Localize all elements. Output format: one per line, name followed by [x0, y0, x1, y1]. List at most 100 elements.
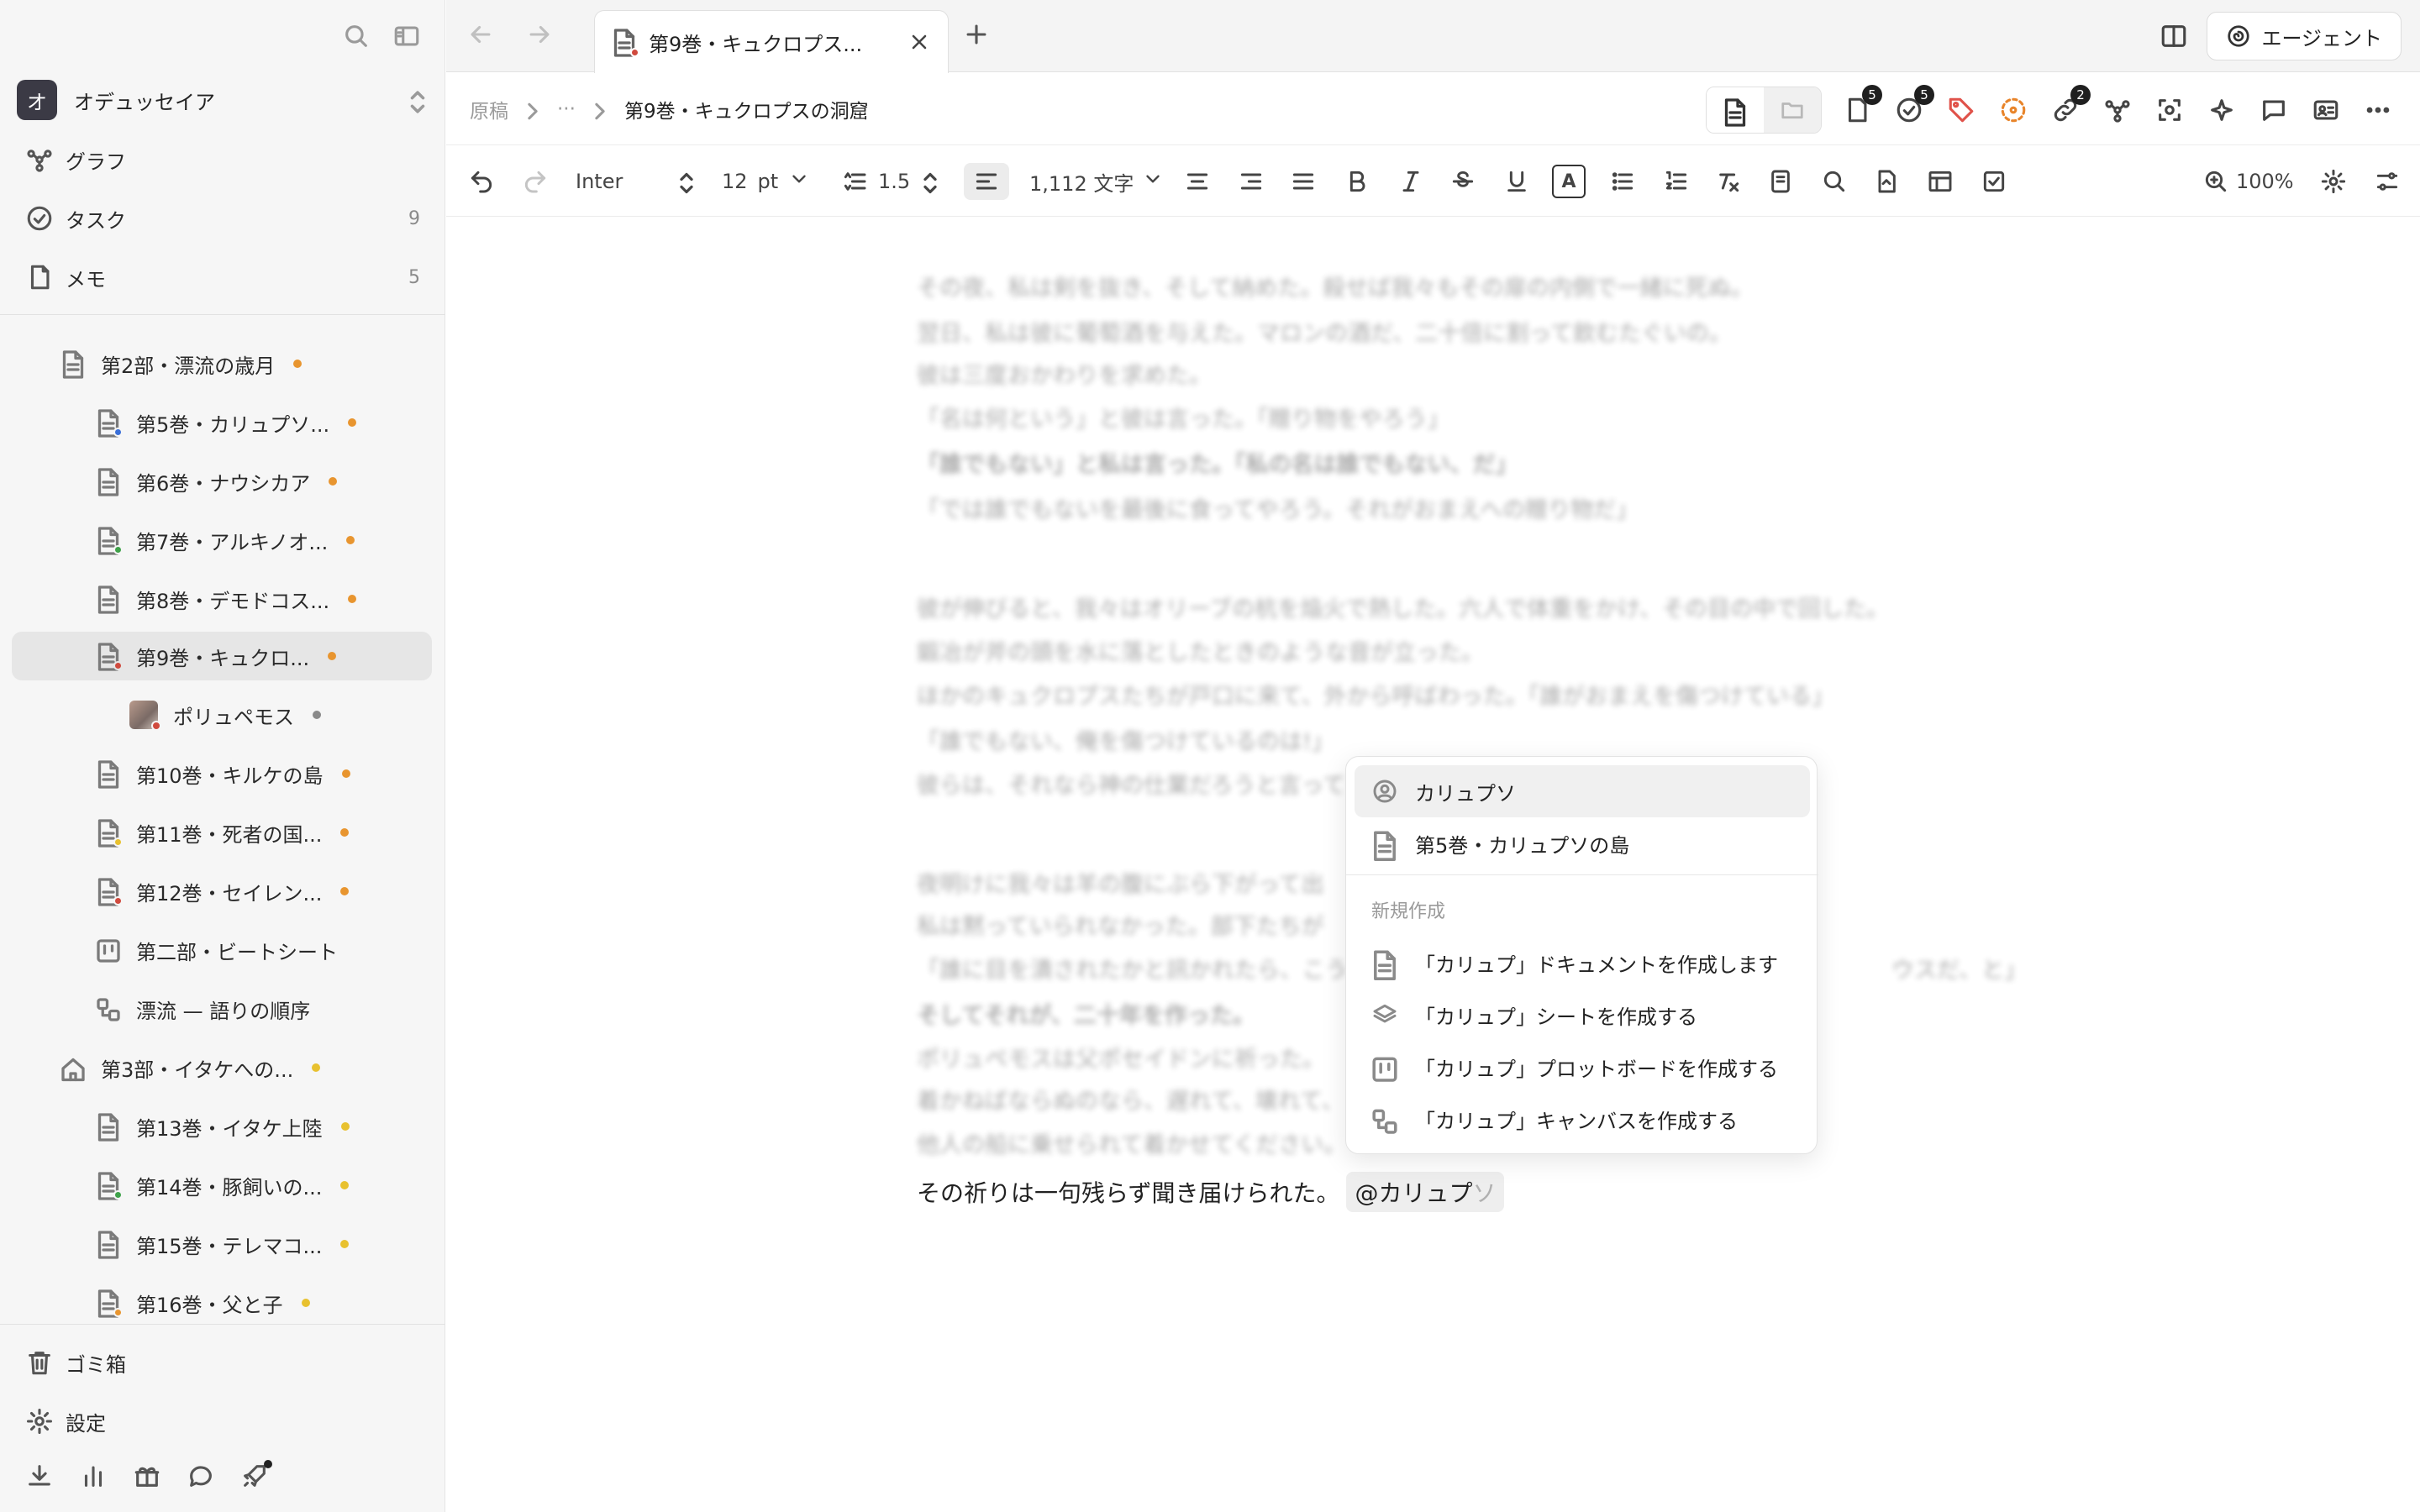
tree-item-book12[interactable]: 第12巻・セイレン... — [96, 867, 350, 916]
split-view-icon[interactable] — [2160, 22, 2188, 50]
italic-button[interactable] — [1397, 163, 1424, 200]
graph-button[interactable] — [2101, 93, 2134, 127]
text-line: ウスだ、と」 — [1891, 958, 2028, 984]
redo-button[interactable] — [522, 163, 549, 200]
rocket-icon[interactable] — [240, 1460, 272, 1490]
status-button[interactable] — [1996, 93, 2030, 127]
bullet-list-button[interactable] — [1609, 163, 1636, 200]
tree-item-book8[interactable]: 第8巻・デモドコス... — [96, 575, 357, 623]
chat-icon[interactable] — [187, 1462, 215, 1490]
focus-button[interactable] — [2153, 93, 2186, 127]
tree-item-book10[interactable]: 第10巻・キルケの島 — [96, 749, 350, 798]
create-document-option[interactable]: 「カリュプ」ドキュメントを作成します — [1355, 937, 1810, 989]
forward-arrow-icon[interactable] — [525, 20, 554, 49]
document-view-button[interactable] — [1707, 87, 1764, 133]
back-arrow-icon[interactable] — [466, 20, 495, 49]
text-line: その夜、私は剣を抜き、そして納めた。殺せば我々もその扉の内側で一緒に死ぬ。 — [917, 276, 1754, 302]
status-dot — [328, 652, 337, 660]
comments-button[interactable] — [2257, 93, 2291, 127]
status-dot — [340, 1240, 350, 1248]
search-icon[interactable] — [342, 22, 371, 50]
nav-notes[interactable]: メモ 5 — [25, 254, 420, 301]
popup-divider — [1346, 874, 1818, 875]
undo-button[interactable] — [468, 163, 495, 200]
links-button[interactable]: 2 — [2049, 85, 2091, 127]
bookmark-button[interactable] — [1767, 163, 1794, 200]
popup-section-title: 新規作成 — [1371, 901, 1446, 922]
more-button[interactable] — [2361, 93, 2395, 127]
underline-button[interactable] — [1503, 163, 1530, 200]
find-button[interactable] — [1821, 163, 1848, 200]
mention-input[interactable]: @カリュプソ — [1346, 1172, 1505, 1212]
zoom-control[interactable]: 100% — [2202, 163, 2294, 200]
active-text-line[interactable]: その祈りは一句残らず聞き届けられた。 @カリュプソ — [917, 1172, 1505, 1212]
align-right-button[interactable] — [1238, 163, 1265, 200]
numbered-list-button[interactable] — [1663, 163, 1690, 200]
tree-item-book11[interactable]: 第11巻・死者の国... — [96, 808, 350, 857]
new-tab-icon[interactable] — [962, 20, 991, 49]
chevron-right-icon — [591, 97, 609, 121]
editor-settings-button[interactable] — [2320, 163, 2347, 200]
tree-item-book13[interactable]: 第13巻・イタケ上陸 — [96, 1102, 350, 1151]
breadcrumb-ellipsis[interactable]: ··· — [557, 98, 576, 120]
nav-label: ゴミ箱 — [66, 1352, 126, 1377]
font-family-value: Inter — [576, 170, 623, 193]
font-size-select[interactable]: 12 pt — [722, 163, 810, 200]
workspace-switcher[interactable]: オ オデュッセイア — [17, 79, 429, 121]
suggestion-document[interactable]: 第5巻・カリュプソの島 — [1355, 817, 1810, 869]
sliders-button[interactable] — [2374, 163, 2401, 200]
tree-item-book6[interactable]: 第6巻・ナウシカア — [96, 457, 338, 506]
tasks-badge: 5 — [1914, 85, 1934, 105]
insert-checkbox-button[interactable] — [1981, 163, 2007, 200]
pages-button[interactable]: 5 — [1840, 85, 1882, 127]
tree-item-narrative-canvas[interactable]: 漂流 — 語りの順序 — [96, 984, 310, 1033]
agent-button[interactable]: エージェント — [2207, 12, 2402, 60]
word-count-select[interactable]: 1,112 文字 — [1029, 163, 1164, 200]
text-line: 鍛冶が斧の頭を水に落としたときのような音が立った。 — [917, 640, 1484, 666]
tag-button[interactable] — [1944, 93, 1978, 127]
download-icon[interactable] — [25, 1462, 54, 1490]
ai-button[interactable] — [2205, 93, 2238, 127]
tree-item-book5[interactable]: 第5巻・カリュプソ... — [96, 398, 357, 447]
insert-table-button[interactable] — [1927, 163, 1954, 200]
tree-item-polyphemus[interactable]: ポリュペモス — [129, 690, 321, 739]
sidebar-toggle-icon[interactable] — [392, 22, 421, 50]
tree-item-book15[interactable]: 第15巻・テレマコ... — [96, 1220, 350, 1268]
tree-item-part2[interactable]: 第2部・漂流の歳月 — [60, 339, 302, 388]
align-center-button[interactable] — [1184, 163, 1211, 200]
document-icon — [96, 1171, 123, 1200]
create-canvas-option[interactable]: 「カリュプ」キャンバスを作成する — [1355, 1093, 1810, 1145]
stats-icon[interactable] — [79, 1462, 108, 1490]
create-sheet-option[interactable]: 「カリュプ」シートを作成する — [1355, 989, 1810, 1041]
font-family-select[interactable]: Inter — [576, 163, 697, 200]
tree-item-book16[interactable]: 第16巻・父と子 — [96, 1278, 310, 1327]
nav-trash[interactable]: ゴミ箱 — [25, 1339, 420, 1386]
clear-format-button[interactable] — [1715, 163, 1742, 200]
gift-icon[interactable] — [133, 1462, 161, 1490]
text-color-button[interactable]: A — [1552, 165, 1586, 198]
strikethrough-button[interactable] — [1449, 163, 1476, 200]
tree-item-part3[interactable]: 第3部・イタケへの... — [60, 1043, 321, 1092]
insert-link-doc-button[interactable] — [1873, 163, 1900, 200]
tree-item-book14[interactable]: 第14巻・豚飼いの... — [96, 1161, 350, 1210]
close-icon[interactable] — [908, 30, 931, 54]
tasks-button[interactable]: 5 — [1892, 85, 1934, 127]
breadcrumb-current[interactable]: 第9巻・キュクロプスの洞窟 — [624, 95, 869, 123]
suggestion-character[interactable]: カリュプソ — [1355, 765, 1810, 817]
breadcrumb-root[interactable]: 原稿 — [470, 95, 508, 123]
align-left-button[interactable] — [964, 163, 1009, 200]
create-plotboard-option[interactable]: 「カリュプ」プロットボードを作成する — [1355, 1041, 1810, 1093]
line-height-select[interactable]: 1.5 — [841, 163, 940, 200]
nav-graph[interactable]: グラフ — [25, 136, 420, 183]
bold-button[interactable] — [1344, 163, 1370, 200]
tree-item-book9-selected[interactable]: 第9巻・キュクロ... — [12, 632, 432, 680]
justify-button[interactable] — [1290, 163, 1317, 200]
tab-book9[interactable]: 第9巻・キュクロプス... — [594, 10, 949, 73]
profile-card-button[interactable] — [2309, 93, 2343, 127]
nav-settings[interactable]: 設定 — [25, 1398, 420, 1445]
nav-tasks[interactable]: タスク 9 — [25, 195, 420, 242]
canvas-icon — [96, 995, 121, 1023]
tree-item-book7[interactable]: 第7巻・アルキノオ... — [96, 516, 355, 564]
tree-item-beat-sheet[interactable]: 第二部・ビートシート — [96, 926, 338, 974]
folder-view-button[interactable] — [1764, 87, 1821, 133]
